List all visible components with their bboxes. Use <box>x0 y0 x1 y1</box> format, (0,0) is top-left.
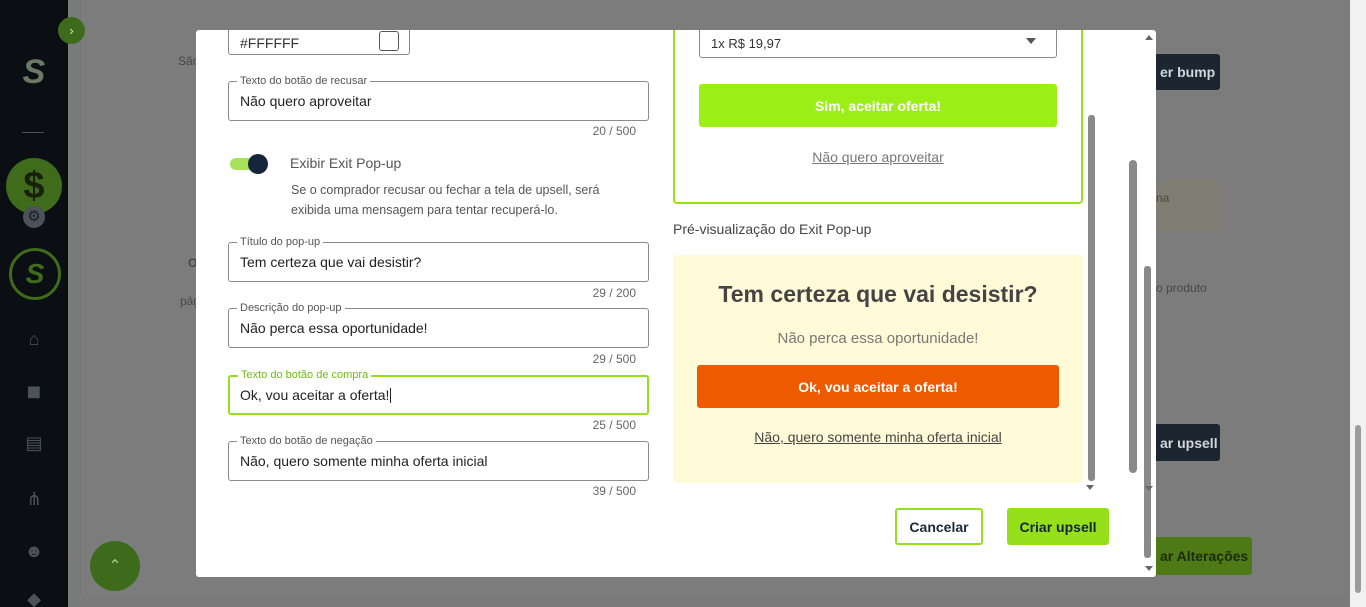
decline-text-field[interactable]: Texto do botão de recusar Não quero apro… <box>228 74 649 121</box>
sidebar-divider <box>22 132 44 133</box>
gear-icon[interactable]: ⚙ <box>23 206 45 228</box>
decline-offer-link[interactable]: Não quero aproveitar <box>699 149 1057 165</box>
chevron-up-icon: ⌃ <box>108 558 122 575</box>
installment-select[interactable]: 1x R$ 19,97 <box>699 30 1057 58</box>
users-icon[interactable]: ☻ <box>22 540 46 562</box>
create-upsell-button[interactable]: Criar upsell <box>1007 508 1109 545</box>
exit-deny-link[interactable]: Não, quero somente minha oferta inicial <box>673 429 1083 445</box>
exit-popup-description: Se o comprador recusar ou fechar a tela … <box>291 183 600 217</box>
bg-text-produto: o produto <box>1156 281 1207 295</box>
decline-text-value: Não quero aproveitar <box>240 93 372 109</box>
bg-save-button[interactable]: ar Alterações <box>1150 537 1252 575</box>
preview-scroll-down-icon[interactable] <box>1086 485 1094 490</box>
buy-button-text-field[interactable]: Texto do botão de compra Ok, vou aceitar… <box>228 368 649 415</box>
chart-icon[interactable]: ▤ <box>22 432 46 454</box>
popup-description-field[interactable]: Descrição do pop-up Não perca essa oport… <box>228 301 649 348</box>
color-value: #FFFFFF <box>240 35 300 51</box>
cancel-button[interactable]: Cancelar <box>895 508 983 545</box>
color-field[interactable]: #FFFFFF <box>228 30 410 55</box>
chevron-down-icon <box>1026 38 1036 44</box>
exit-popup-toggle-label: Exibir Exit Pop-up <box>290 155 402 171</box>
exit-accept-button[interactable]: Ok, vou aceitar a oferta! <box>697 365 1059 408</box>
text-caret <box>390 388 392 403</box>
exit-popup-desc: Não perca essa oportunidade! <box>777 330 979 347</box>
scroll-up-icon[interactable] <box>1145 35 1153 40</box>
network-icon[interactable]: ⋔ <box>22 488 46 510</box>
buy-button-text-counter: 25 / 500 <box>592 418 636 432</box>
popup-title-field[interactable]: Título do pop-up Tem certeza que vai des… <box>228 235 649 282</box>
accept-offer-button[interactable]: Sim, aceitar oferta! <box>699 84 1057 127</box>
exit-popup-toggle[interactable] <box>230 154 268 174</box>
bg-upsell-button[interactable]: ar upsell <box>1150 424 1220 461</box>
popup-description-counter: 29 / 500 <box>592 352 636 366</box>
popup-description-label: Descrição do pop-up <box>237 301 345 315</box>
exit-preview-title: Pré-visualização do Exit Pop-up <box>673 221 872 237</box>
brand-logo-icon: S <box>22 53 46 91</box>
deny-button-text-value: Não, quero somente minha oferta inicial <box>240 453 488 469</box>
home-icon[interactable]: ⌂ <box>22 328 46 350</box>
page-scrollbar[interactable] <box>1350 0 1366 607</box>
bg-order-bump-button[interactable]: er bump <box>1150 54 1220 90</box>
popup-description-value: Não perca essa oportunidade! <box>240 320 428 336</box>
scroll-top-button[interactable]: ⌃ <box>90 541 140 591</box>
chevron-right-icon[interactable]: › <box>58 17 85 44</box>
form-scrollbar-thumb[interactable] <box>1129 160 1137 473</box>
modal-scroll-area: #FFFFFF Texto do botão de recusar Não qu… <box>196 30 1140 495</box>
buy-button-text-label: Texto do botão de compra <box>238 368 372 382</box>
popup-title-label: Título do pop-up <box>237 235 324 249</box>
popup-title-value: Tem certeza que vai desistir? <box>240 254 422 270</box>
page-scrollbar-thumb[interactable] <box>1355 425 1361 593</box>
decline-text-counter: 20 / 500 <box>592 124 636 138</box>
exit-popup-preview: Tem certeza que vai desistir? Não perca … <box>673 255 1083 483</box>
deny-button-text-label: Texto do botão de negação <box>237 434 376 448</box>
buy-button-text-content: Ok, vou aceitar a oferta! <box>240 387 390 403</box>
diamond-icon[interactable]: ◆ <box>22 588 46 607</box>
scroll-down-icon[interactable] <box>1145 486 1153 491</box>
deny-button-text-counter: 39 / 500 <box>592 484 636 495</box>
buy-button-text-value: Ok, vou aceitar a oferta! <box>240 387 392 403</box>
modal-scrollbar[interactable] <box>1140 30 1156 577</box>
deny-button-text-field[interactable]: Texto do botão de negação Não, quero som… <box>228 434 649 481</box>
sidebar: S $ ⚙ S ⌂ ◼ ▤ ⋔ ☻ ◆ <box>0 0 68 607</box>
upsell-modal: #FFFFFF Texto do botão de recusar Não qu… <box>196 30 1156 577</box>
modal-scroll-down-icon[interactable] <box>1145 566 1153 571</box>
preview-scrollbar-thumb[interactable] <box>1088 115 1095 481</box>
modal-scrollbar-thumb[interactable] <box>1144 266 1151 558</box>
installment-value: 1x R$ 19,97 <box>711 36 782 51</box>
bag-icon[interactable]: ◼ <box>22 380 46 402</box>
popup-title-counter: 29 / 200 <box>592 286 636 300</box>
decline-text-label: Texto do botão de recusar <box>237 74 371 88</box>
brand-circle-icon[interactable]: S <box>9 248 61 300</box>
bg-text-na: na <box>1156 191 1170 205</box>
exit-popup-title: Tem certeza que vai desistir? <box>718 281 1038 307</box>
color-swatch[interactable] <box>379 31 399 51</box>
toggle-knob <box>248 154 268 174</box>
